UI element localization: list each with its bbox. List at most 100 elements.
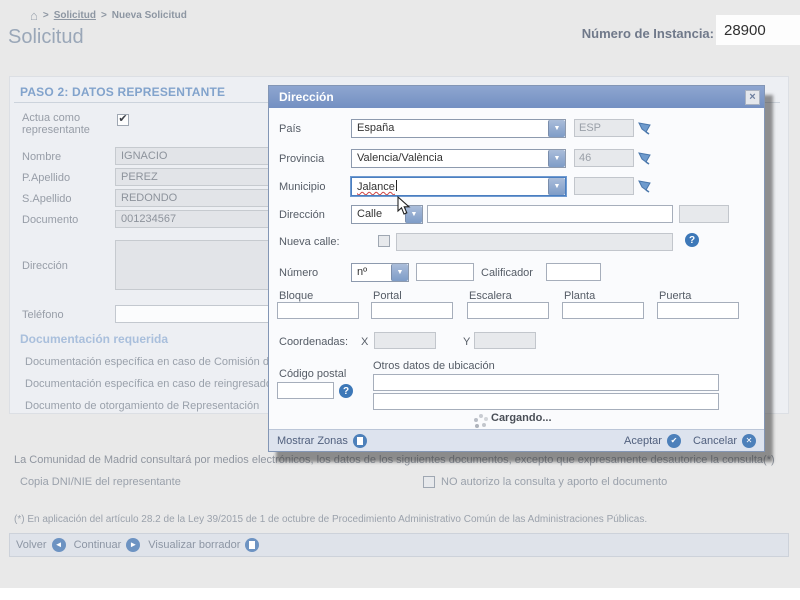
mouse-cursor bbox=[397, 196, 411, 215]
otros-datos-label: Otros datos de ubicación bbox=[373, 360, 495, 372]
municipio-typed-text: Jalance bbox=[357, 181, 395, 193]
continuar-label: Continuar bbox=[73, 539, 122, 551]
portal-label: Portal bbox=[373, 290, 402, 302]
volver-label: Volver bbox=[16, 539, 47, 551]
otros-datos-input-1[interactable] bbox=[373, 374, 719, 391]
municipio-code-input bbox=[574, 177, 634, 195]
numero-tipo-selected-value: nº bbox=[357, 266, 368, 278]
via-code-input bbox=[679, 205, 729, 223]
zones-document-icon bbox=[352, 433, 367, 448]
aceptar-button[interactable]: Aceptar ✔ bbox=[624, 433, 681, 448]
portal-input[interactable] bbox=[371, 302, 453, 319]
p-apellido-label: P.Apellido bbox=[22, 172, 71, 184]
provincia-selected-value: Valencia/València bbox=[357, 152, 443, 164]
puerta-input[interactable] bbox=[657, 302, 739, 319]
document-icon bbox=[245, 538, 260, 552]
aceptar-label: Aceptar bbox=[624, 434, 662, 447]
direccion-row-label: Dirección bbox=[279, 209, 325, 221]
chevron-down-icon[interactable]: ▼ bbox=[391, 264, 408, 281]
codigo-postal-input[interactable] bbox=[277, 382, 334, 399]
direccion-dialog: Dirección × País España ▼ Provincia Vale… bbox=[268, 85, 765, 452]
bottom-band bbox=[0, 588, 800, 600]
cancelar-label: Cancelar bbox=[692, 434, 737, 447]
municipio-combo-input[interactable]: Jalance ▼ bbox=[351, 177, 566, 196]
home-icon[interactable]: ⌂ bbox=[30, 9, 38, 22]
lookup-icon[interactable] bbox=[637, 119, 653, 135]
numero-tipo-select[interactable]: nº ▼ bbox=[351, 263, 409, 282]
codigo-postal-label: Código postal bbox=[279, 368, 347, 380]
actua-checkbox[interactable] bbox=[117, 114, 129, 126]
calificador-label: Calificador bbox=[481, 267, 533, 279]
copia-dni-label: Copia DNI/NIE del representante bbox=[20, 476, 181, 488]
forward-arrow-icon: ► bbox=[126, 538, 141, 552]
puerta-label: Puerta bbox=[659, 290, 692, 302]
breadcrumb-separator: > bbox=[100, 10, 107, 21]
telefono-label: Teléfono bbox=[22, 309, 64, 321]
mostrar-zonas-label: Mostrar Zonas bbox=[277, 434, 348, 447]
calificador-input[interactable] bbox=[546, 263, 601, 281]
coordenadas-label: Coordenadas: bbox=[279, 336, 349, 348]
lookup-icon[interactable] bbox=[637, 177, 653, 193]
nombre-label: Nombre bbox=[22, 151, 62, 163]
via-nombre-input[interactable] bbox=[427, 205, 673, 223]
wizard-navbar: Volver ◄ Continuar ► Visualizar borrador bbox=[9, 533, 789, 557]
volver-button[interactable]: Volver ◄ bbox=[16, 538, 66, 552]
planta-label: Planta bbox=[564, 290, 596, 302]
provincia-select[interactable]: Valencia/València ▼ bbox=[351, 149, 566, 168]
escalera-input[interactable] bbox=[467, 302, 549, 319]
documento-label: Documento bbox=[22, 214, 79, 226]
coord-x-label: X bbox=[361, 336, 369, 348]
doc-item: Documentación específica en caso de Comi… bbox=[25, 356, 269, 368]
visualizar-label: Visualizar borrador bbox=[148, 539, 241, 551]
instance-number-value: 28900 bbox=[716, 15, 800, 45]
check-icon: ✔ bbox=[666, 433, 681, 448]
chevron-down-icon[interactable]: ▼ bbox=[548, 120, 565, 137]
chevron-down-icon[interactable]: ▼ bbox=[548, 178, 565, 195]
dialog-footer: Mostrar Zonas Aceptar ✔ Cancelar ✕ bbox=[269, 429, 764, 451]
instance-number-label: Número de Instancia: bbox=[581, 26, 714, 41]
provincia-code-input bbox=[574, 149, 634, 167]
continuar-button[interactable]: Continuar ► bbox=[74, 538, 141, 552]
chevron-down-icon[interactable]: ▼ bbox=[548, 150, 565, 167]
otros-datos-input-2[interactable] bbox=[373, 393, 719, 410]
pais-code-input bbox=[574, 119, 634, 137]
loading-text: Cargando... bbox=[491, 412, 552, 424]
numero-input[interactable] bbox=[416, 263, 474, 281]
dialog-titlebar[interactable]: Dirección × bbox=[269, 86, 764, 108]
dialog-title: Dirección bbox=[279, 90, 334, 104]
direccion-bg-label: Dirección bbox=[22, 260, 68, 272]
nueva-calle-label: Nueva calle: bbox=[279, 236, 340, 248]
nueva-calle-checkbox[interactable] bbox=[378, 235, 390, 247]
s-apellido-label: S.Apellido bbox=[22, 193, 72, 205]
bloque-input[interactable] bbox=[277, 302, 359, 319]
consent-text: La Comunidad de Madrid consultará por me… bbox=[14, 454, 775, 466]
pais-selected-value: España bbox=[357, 122, 395, 134]
section-title: PASO 2: DATOS REPRESENTANTE bbox=[20, 85, 226, 99]
numero-label: Número bbox=[279, 267, 319, 279]
pais-label: País bbox=[279, 123, 302, 135]
back-arrow-icon: ◄ bbox=[51, 538, 66, 552]
pais-select[interactable]: España ▼ bbox=[351, 119, 566, 138]
text-caret bbox=[395, 180, 397, 191]
loading-spinner-icon bbox=[474, 418, 478, 422]
lookup-icon[interactable] bbox=[637, 149, 653, 165]
coord-y-label: Y bbox=[463, 336, 471, 348]
coord-y-input bbox=[474, 332, 536, 349]
cancelar-button[interactable]: Cancelar ✕ bbox=[692, 433, 756, 448]
visualizar-borrador-button[interactable]: Visualizar borrador bbox=[148, 538, 260, 552]
close-icon[interactable]: × bbox=[745, 89, 760, 105]
provincia-label: Provincia bbox=[279, 153, 325, 165]
docs-section-title: Documentación requerida bbox=[20, 332, 169, 346]
help-icon[interactable]: ? bbox=[339, 384, 353, 398]
planta-input[interactable] bbox=[562, 302, 644, 319]
breadcrumb-link-solicitud[interactable]: Solicitud bbox=[54, 10, 96, 21]
nueva-calle-input bbox=[396, 233, 673, 251]
tipo-via-select[interactable]: Calle ▼ bbox=[351, 205, 423, 224]
breadcrumb: ⌂ > Solicitud > Nueva Solicitud bbox=[30, 9, 187, 22]
mostrar-zonas-button[interactable]: Mostrar Zonas bbox=[277, 433, 367, 448]
help-icon[interactable]: ? bbox=[685, 233, 699, 247]
no-autorizo-checkbox[interactable] bbox=[423, 476, 435, 488]
doc-item: Documento de otorgamiento de Representac… bbox=[25, 400, 260, 412]
bloque-label: Bloque bbox=[279, 290, 314, 302]
legal-footnote: (*) En aplicación del artículo 28.2 de l… bbox=[14, 514, 648, 525]
